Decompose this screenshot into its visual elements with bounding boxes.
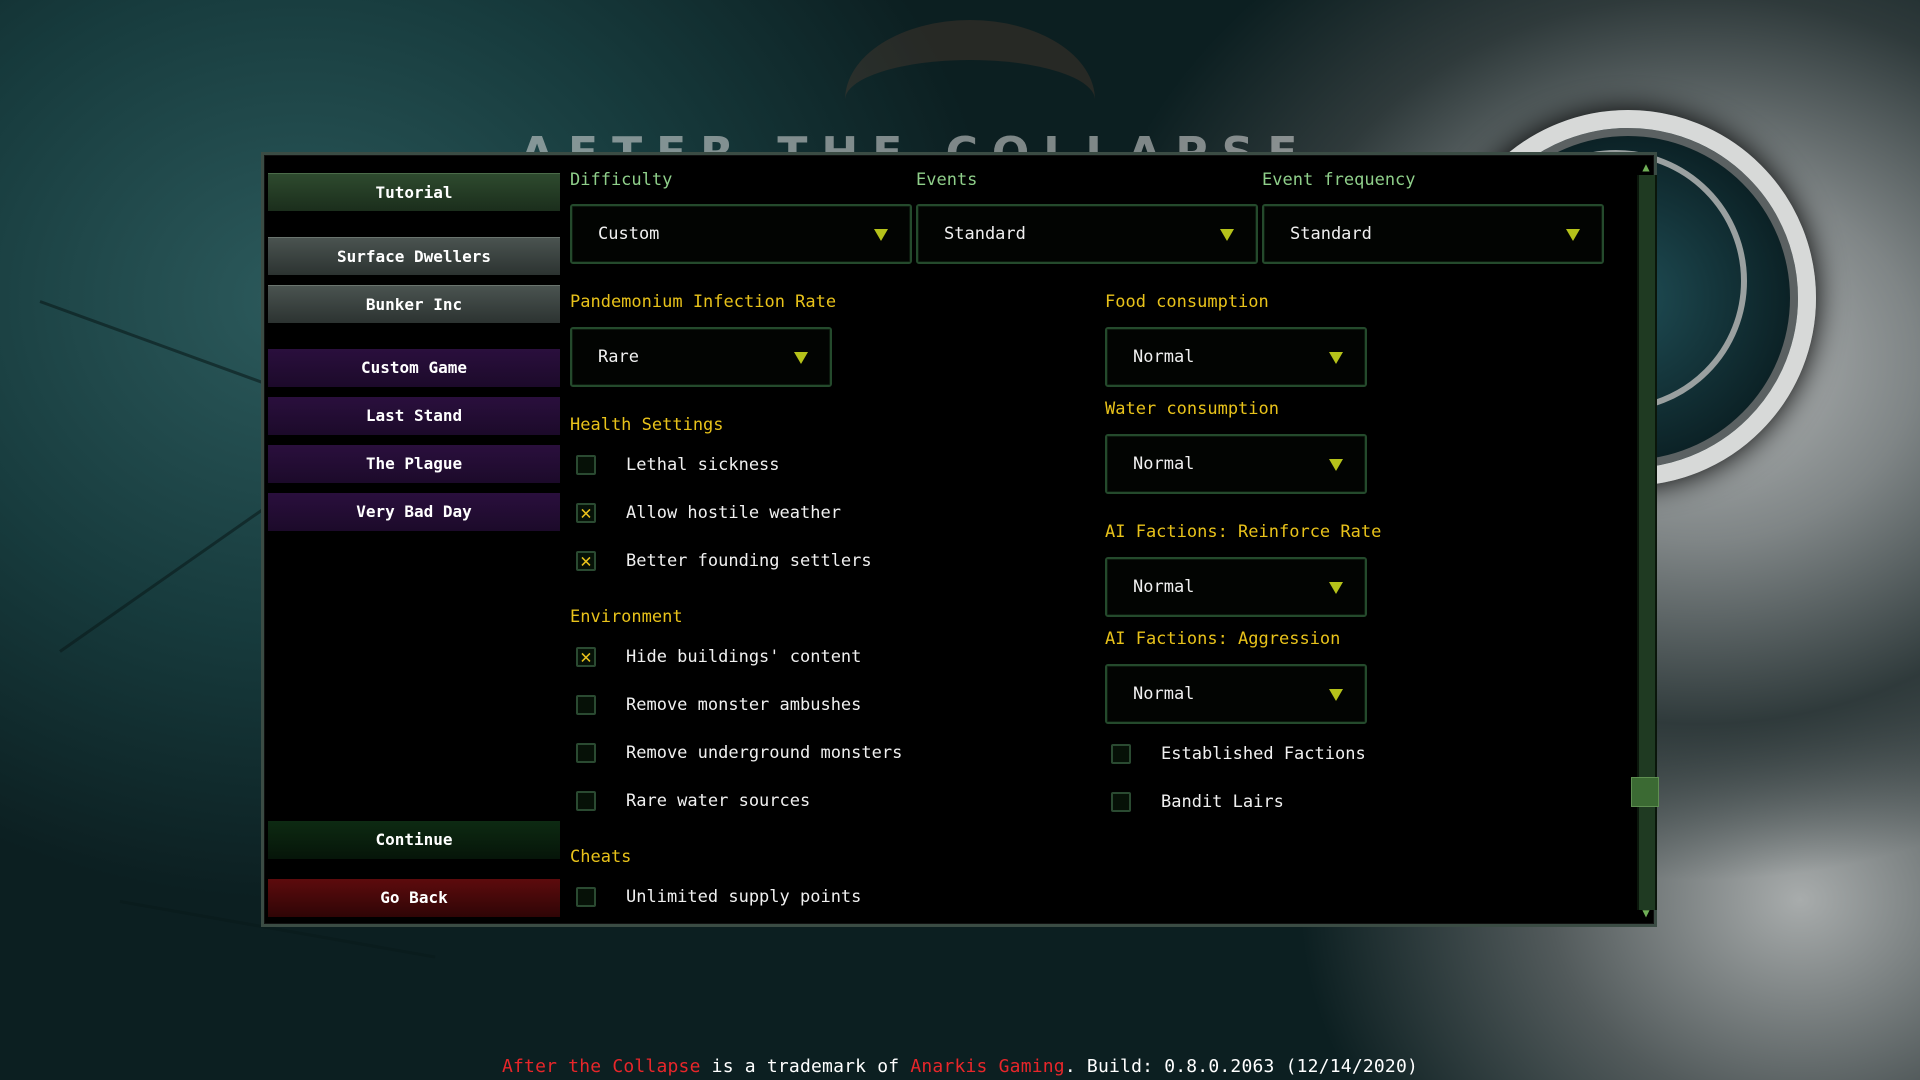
dropdown-arrow-icon — [1220, 229, 1234, 241]
lethal-sickness-checkbox[interactable] — [576, 455, 596, 475]
events-dropdown[interactable]: Standard — [916, 204, 1258, 264]
custom-game-button[interactable]: Custom Game — [268, 349, 560, 387]
water-consumption-dropdown[interactable]: Normal — [1105, 434, 1367, 494]
better-founding-settlers-checkbox[interactable]: ✕ — [576, 551, 596, 571]
build-info-text: . Build: 0.8.0.2063 (12/14/2020) — [1064, 1056, 1419, 1077]
crack-decoration — [59, 506, 266, 653]
remove-underground-monsters-label: Remove underground monsters — [626, 743, 903, 763]
check-x-icon: ✕ — [580, 550, 592, 572]
the-plague-button[interactable]: The Plague — [268, 445, 560, 483]
reinforce-rate-value: Normal — [1133, 577, 1195, 597]
rare-water-sources-label: Rare water sources — [626, 791, 811, 811]
continue-button[interactable]: Continue — [268, 821, 560, 859]
food-consumption-value: Normal — [1133, 347, 1195, 367]
very-bad-day-button[interactable]: Very Bad Day — [268, 493, 560, 531]
difficulty-dropdown[interactable]: Custom — [570, 204, 912, 264]
bandit-lairs-label: Bandit Lairs — [1161, 792, 1284, 812]
reinforce-rate-dropdown[interactable]: Normal — [1105, 557, 1367, 617]
rare-water-sources-checkbox[interactable] — [576, 791, 596, 811]
pandemonium-label: Pandemonium Infection Rate — [570, 292, 837, 312]
dropdown-arrow-icon — [1329, 582, 1343, 594]
aggression-label: AI Factions: Aggression — [1105, 629, 1341, 649]
dropdown-arrow-icon — [1329, 352, 1343, 364]
pandemonium-dropdown[interactable]: Rare — [570, 327, 832, 387]
scroll-up-arrow-icon[interactable]: ▲ — [1638, 161, 1654, 173]
bunker-inc-button[interactable]: Bunker Inc — [268, 285, 560, 323]
trademark-footer: After the Collapse is a trademark of Ana… — [0, 1056, 1920, 1077]
company-name-text: Anarkis Gaming — [910, 1056, 1065, 1077]
remove-monster-ambushes-checkbox[interactable] — [576, 695, 596, 715]
dropdown-arrow-icon — [794, 352, 808, 364]
event-frequency-label: Event frequency — [1262, 170, 1416, 190]
water-consumption-label: Water consumption — [1105, 399, 1279, 419]
food-consumption-label: Food consumption — [1105, 292, 1269, 312]
cheats-heading: Cheats — [570, 847, 632, 867]
check-x-icon: ✕ — [580, 646, 592, 668]
scrollbar-thumb[interactable] — [1631, 777, 1659, 807]
unlimited-supply-points-checkbox[interactable] — [576, 887, 596, 907]
go-back-button[interactable]: Go Back — [268, 879, 560, 917]
event-frequency-value: Standard — [1290, 224, 1372, 244]
trademark-text: is a trademark of — [700, 1056, 911, 1077]
bandit-lairs-checkbox[interactable] — [1111, 792, 1131, 812]
established-factions-label: Established Factions — [1161, 744, 1366, 764]
surface-dwellers-button[interactable]: Surface Dwellers — [268, 237, 560, 275]
pandemonium-value: Rare — [598, 347, 639, 367]
remove-underground-monsters-checkbox[interactable] — [576, 743, 596, 763]
environment-heading: Environment — [570, 607, 683, 627]
events-label: Events — [916, 170, 978, 190]
hide-buildings-content-label: Hide buildings' content — [626, 647, 862, 667]
game-name-text: After the Collapse — [501, 1056, 701, 1077]
last-stand-button[interactable]: Last Stand — [268, 397, 560, 435]
dropdown-arrow-icon — [1329, 689, 1343, 701]
remove-monster-ambushes-label: Remove monster ambushes — [626, 695, 862, 715]
hide-buildings-content-checkbox[interactable]: ✕ — [576, 647, 596, 667]
lethal-sickness-label: Lethal sickness — [626, 455, 780, 475]
event-frequency-dropdown[interactable]: Standard — [1262, 204, 1604, 264]
better-founding-settlers-label: Better founding settlers — [626, 551, 872, 571]
unlimited-supply-points-label: Unlimited supply points — [626, 887, 862, 907]
health-settings-heading: Health Settings — [570, 415, 724, 435]
difficulty-value: Custom — [598, 224, 660, 244]
difficulty-label: Difficulty — [570, 170, 673, 190]
food-consumption-dropdown[interactable]: Normal — [1105, 327, 1367, 387]
custom-game-panel: Tutorial Surface Dwellers Bunker Inc Cus… — [261, 152, 1659, 927]
tutorial-button[interactable]: Tutorial — [268, 173, 560, 211]
aggression-value: Normal — [1133, 684, 1195, 704]
check-x-icon: ✕ — [580, 502, 592, 524]
allow-hostile-weather-label: Allow hostile weather — [626, 503, 841, 523]
water-consumption-value: Normal — [1133, 454, 1195, 474]
scroll-down-arrow-icon[interactable]: ▼ — [1638, 907, 1654, 919]
dropdown-arrow-icon — [1566, 229, 1580, 241]
dropdown-arrow-icon — [1329, 459, 1343, 471]
dropdown-arrow-icon — [874, 229, 888, 241]
events-value: Standard — [944, 224, 1026, 244]
reinforce-rate-label: AI Factions: Reinforce Rate — [1105, 522, 1382, 542]
aggression-dropdown[interactable]: Normal — [1105, 664, 1367, 724]
allow-hostile-weather-checkbox[interactable]: ✕ — [576, 503, 596, 523]
established-factions-checkbox[interactable] — [1111, 744, 1131, 764]
